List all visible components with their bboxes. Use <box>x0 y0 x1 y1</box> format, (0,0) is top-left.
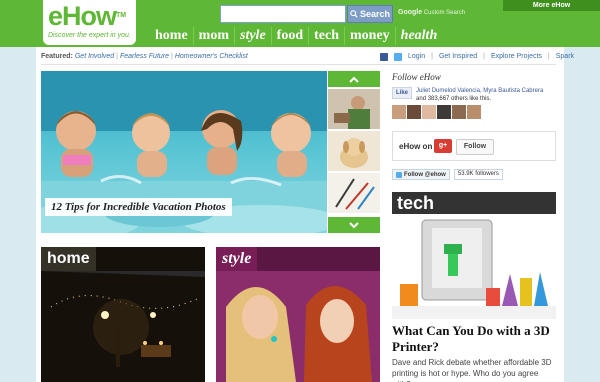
twitter-follow-button[interactable]: Follow @ehow <box>392 169 450 180</box>
more-ehow-tab[interactable]: More eHow <box>503 0 600 11</box>
craft-thumb <box>328 173 380 213</box>
featured-links: Featured: Get Involved | Fearless Future | H… <box>41 53 248 60</box>
explore-projects-link[interactable]: Explore Projects <box>491 52 542 61</box>
featured-link-fearless-future[interactable]: Fearless Future <box>120 53 169 60</box>
get-inspired-link[interactable]: Get Inspired <box>439 52 477 61</box>
main-nav: home mom style food tech money health <box>150 27 442 45</box>
chevron-down-icon <box>349 221 359 228</box>
tagline: Discover the expert in you. <box>48 32 131 39</box>
gplus-label: eHow on <box>399 142 433 151</box>
facebook-icon[interactable] <box>380 52 388 61</box>
logo-text: eHowTM <box>48 1 127 31</box>
search-button-label: Search <box>359 9 391 19</box>
search-button[interactable]: Search <box>347 5 393 23</box>
user-bar: Login | Get Inspired | Explore Projects … <box>380 52 574 61</box>
nav-health[interactable]: health <box>394 27 443 45</box>
login-link[interactable]: Login <box>408 52 425 61</box>
puppy-thumb <box>328 131 380 171</box>
nav-home[interactable]: home <box>150 27 193 45</box>
facebook-like-button[interactable]: Like <box>392 87 413 99</box>
avatar[interactable] <box>467 105 481 119</box>
nav-style[interactable]: style <box>234 27 271 45</box>
google-plus-icon[interactable]: g+ <box>434 139 452 153</box>
home-tile-label: home <box>41 247 96 271</box>
google-plus-widget: eHow on g+ Follow <box>392 131 556 161</box>
tech-article-description: Dave and Rick debate whether affordable … <box>392 358 552 382</box>
featured-link-homeowners-checklist[interactable]: Homeowner's Checklist <box>175 53 248 60</box>
logo[interactable]: eHowTM Discover the expert in you. <box>43 0 136 45</box>
3d-printer-image[interactable] <box>392 214 556 319</box>
avatar[interactable] <box>422 105 436 119</box>
featured-link-get-involved[interactable]: Get Involved <box>75 53 114 60</box>
avatar[interactable] <box>407 105 421 119</box>
chevron-up-icon <box>349 76 359 83</box>
thumbnail-2[interactable] <box>328 131 380 171</box>
nav-tech[interactable]: tech <box>308 27 344 45</box>
nav-money[interactable]: money <box>344 27 395 45</box>
home-tile[interactable]: home <box>41 247 205 382</box>
carousel-down-button[interactable] <box>328 217 380 233</box>
tech-section-header[interactable]: tech <box>392 192 556 214</box>
spark-link[interactable]: Spark <box>556 52 574 61</box>
twitter-follower-count: 53.9K followers <box>453 169 503 180</box>
carousel-thumbnails <box>328 71 380 233</box>
facebook-avatars <box>392 105 481 119</box>
thumbnail-1[interactable] <box>328 89 380 129</box>
avatar[interactable] <box>392 105 406 119</box>
nav-food[interactable]: food <box>270 27 308 45</box>
custom-search-label: Google Custom Search <box>398 9 466 16</box>
search-icon <box>350 10 358 18</box>
twitter-bird-icon <box>396 171 402 178</box>
hero-caption[interactable]: 12 Tips for Incredible Vacation Photos <box>45 198 232 216</box>
avatar[interactable] <box>437 105 451 119</box>
twitter-icon[interactable] <box>394 52 402 61</box>
gplus-follow-button[interactable]: Follow <box>456 139 494 155</box>
featured-label: Featured: <box>41 53 73 60</box>
search-input[interactable] <box>220 5 346 23</box>
divider <box>41 64 556 65</box>
facebook-like-widget: Like Juliet Dumelod Valencia, Myra Bauti… <box>392 87 546 103</box>
carousel-up-button[interactable] <box>328 71 380 87</box>
3d-printer-photo <box>392 214 556 319</box>
style-tile-label: style <box>216 247 258 271</box>
twitter-widget: Follow @ehow 53.9K followers <box>392 169 503 180</box>
site-header: eHowTM Discover the expert in you. Searc… <box>0 0 600 47</box>
tech-section-label: tech <box>397 193 435 213</box>
avatar[interactable] <box>452 105 466 119</box>
thumbnail-3[interactable] <box>328 173 380 213</box>
nav-mom[interactable]: mom <box>192 27 234 45</box>
person-cooking-thumb <box>328 89 380 129</box>
tech-article-title[interactable]: What Can You Do with a 3D Printer? <box>392 323 556 355</box>
follow-title: Follow eHow <box>392 72 441 82</box>
style-tile[interactable]: style <box>216 247 380 382</box>
twitter-follow-label: Follow @ehow <box>404 171 446 178</box>
facebook-likes-text: Juliet Dumelod Valencia, Myra Bautista C… <box>416 88 544 102</box>
